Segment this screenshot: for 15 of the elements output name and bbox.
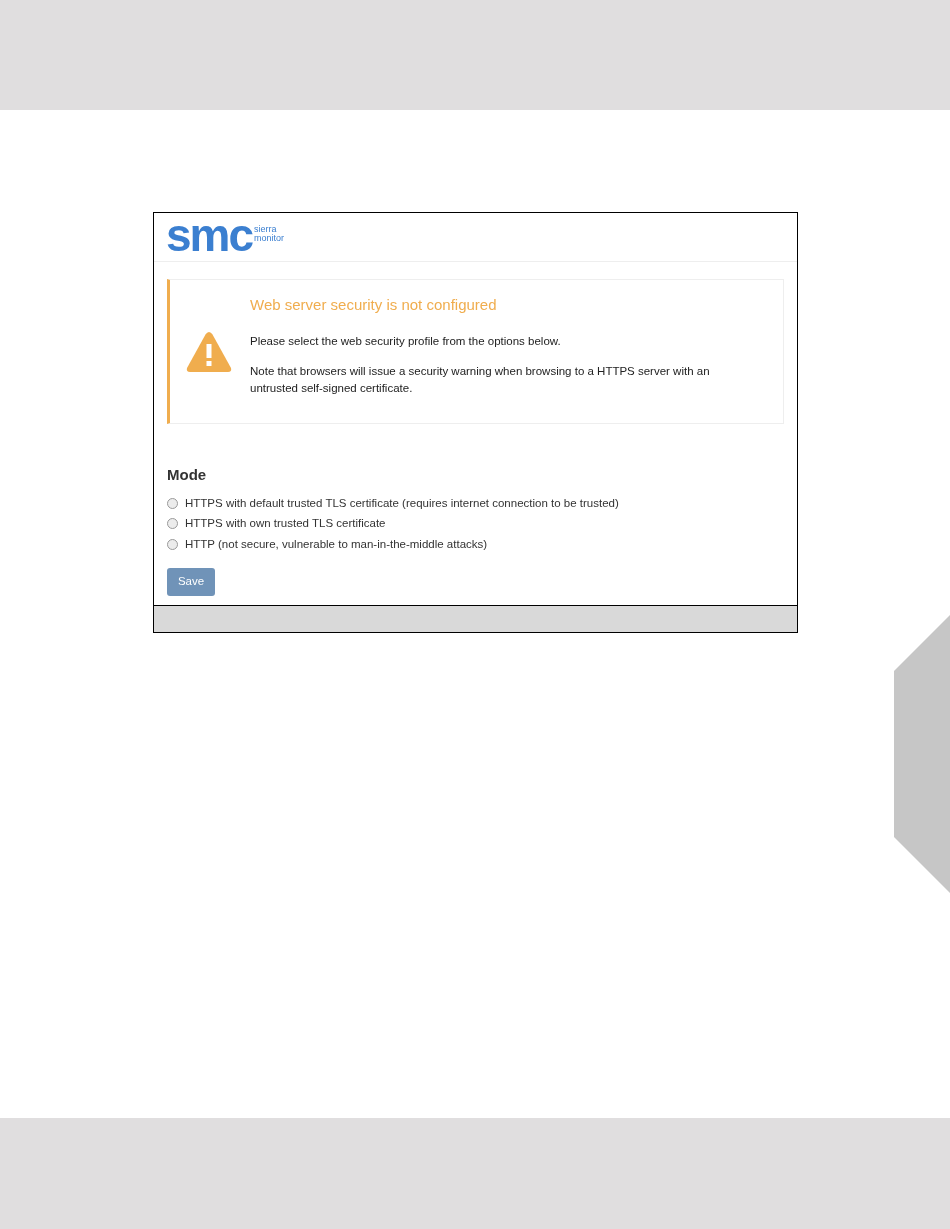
alert-text: Note that browsers will issue a security warning when browsing to a HTTPS server with an untrusted self-signed certificate. [250, 363, 711, 396]
radio-label: HTTPS with default trusted TLS certificate (requires internet connection to be trusted) [185, 495, 619, 511]
alert-title: Web server security is not configured [250, 295, 498, 315]
logo-mark: smc [166, 212, 253, 258]
radio-label: HTTPS with own trusted TLS certificate [185, 516, 386, 532]
radio-label: HTTP (not secure, vulnerable to man-in-the-middle attacks) [185, 536, 488, 552]
alert-text: Please select the web security profile from the options below. [250, 333, 562, 349]
save-button[interactable]: Save [167, 567, 215, 596]
logo-text: monitor [254, 234, 285, 243]
warning-icon [185, 330, 233, 375]
mode-heading: Mode [167, 464, 208, 485]
logo-text: sierra [254, 225, 278, 234]
radio-button[interactable] [167, 497, 178, 509]
radio-button[interactable] [167, 538, 178, 550]
radio-button[interactable] [167, 518, 178, 530]
